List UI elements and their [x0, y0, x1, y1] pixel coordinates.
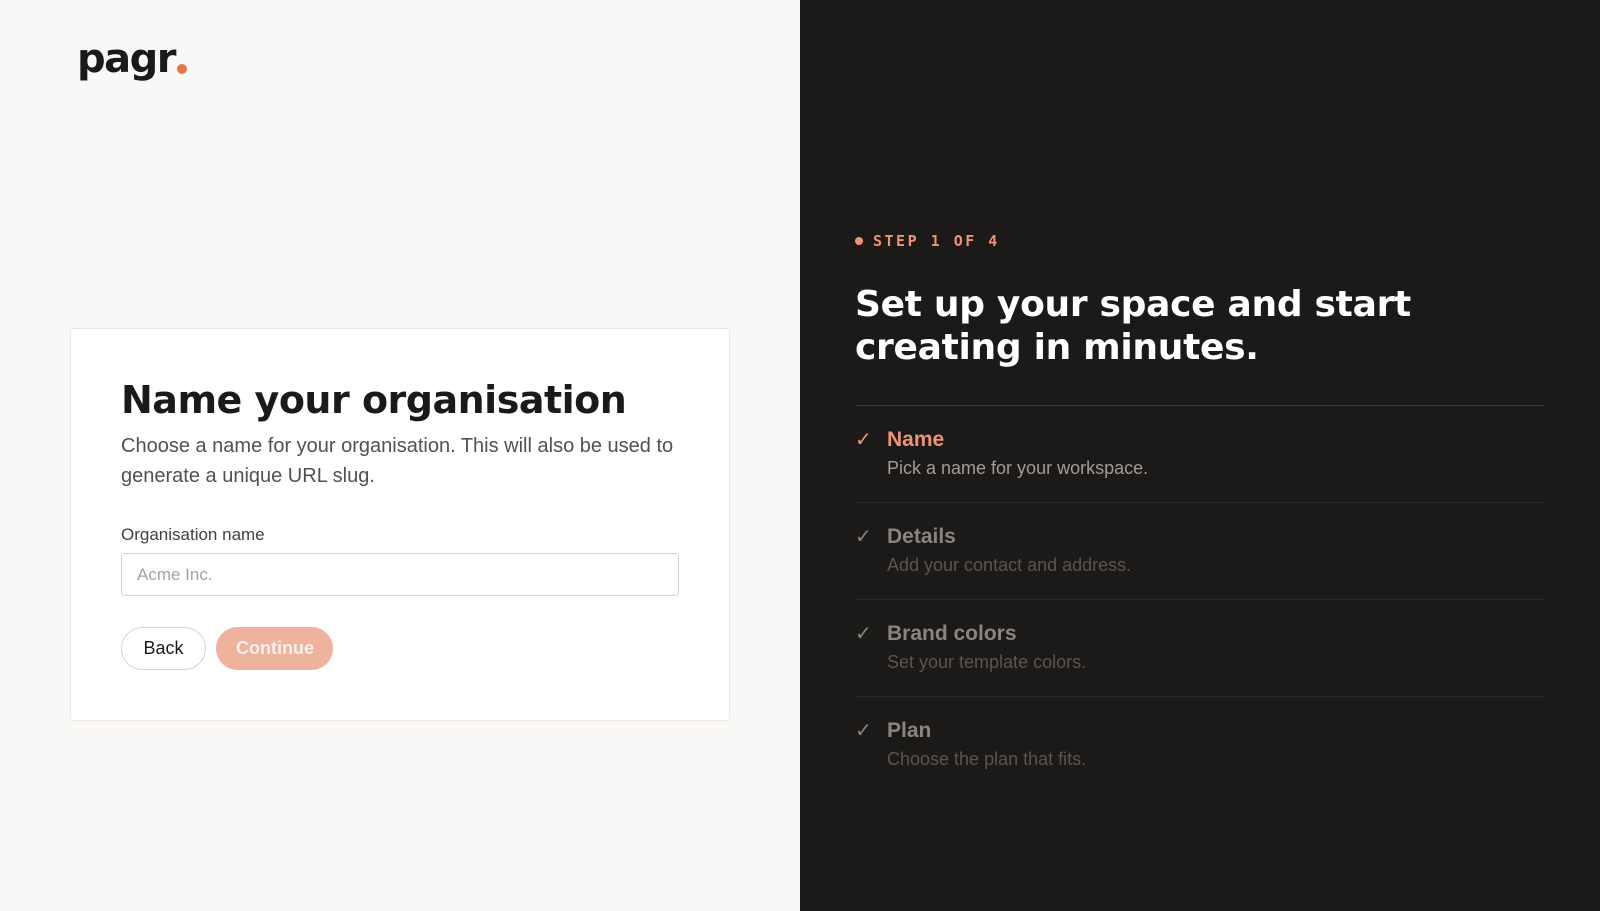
- page-title: Name your organisation: [121, 378, 627, 422]
- sidebar-headline: Set up your space and start creating in …: [855, 284, 1411, 368]
- step-description: Choose the plan that fits.: [887, 749, 1087, 769]
- logo-dot-icon: [176, 64, 187, 74]
- organisation-name-input[interactable]: [121, 553, 679, 596]
- step-item-plan: ✓ Plan Choose the plan that fits.: [855, 697, 1545, 794]
- form-actions: Back Continue: [121, 627, 679, 670]
- back-button[interactable]: Back: [121, 627, 206, 670]
- step-title: Plan: [887, 719, 932, 742]
- logo-text: pagr: [77, 36, 176, 82]
- step-item-name: ✓ Name Pick a name for your workspace.: [855, 406, 1545, 503]
- page-description: Choose a name for your organisation. Thi…: [121, 435, 674, 487]
- step-dot-icon: [855, 237, 863, 245]
- check-icon: ✓: [855, 720, 872, 742]
- continue-button[interactable]: Continue: [216, 627, 333, 670]
- form-panel: pagr Name your organisation Choose a nam…: [0, 0, 800, 911]
- pagr-logo[interactable]: pagr: [77, 36, 187, 82]
- step-title: Details: [887, 525, 956, 548]
- check-icon: ✓: [855, 623, 872, 645]
- step-item-details: ✓ Details Add your contact and address.: [855, 503, 1545, 600]
- check-icon: ✓: [855, 429, 872, 451]
- step-description: Add your contact and address.: [887, 555, 1132, 575]
- organisation-card: Name your organisation Choose a name for…: [70, 328, 730, 721]
- step-title: Name: [887, 428, 945, 451]
- step-item-brand-colors: ✓ Brand colors Set your template colors.: [855, 600, 1545, 697]
- steps-list: ✓ Name Pick a name for your workspace. ✓…: [855, 405, 1545, 794]
- step-indicator-text: STEP 1 OF 4: [873, 232, 1000, 250]
- step-description: Set your template colors.: [887, 652, 1087, 672]
- step-title: Brand colors: [887, 622, 1017, 645]
- organisation-name-label: Organisation name: [121, 525, 265, 544]
- step-indicator: STEP 1 OF 4: [855, 232, 1000, 250]
- step-description: Pick a name for your workspace.: [887, 458, 1149, 478]
- check-icon: ✓: [855, 526, 872, 548]
